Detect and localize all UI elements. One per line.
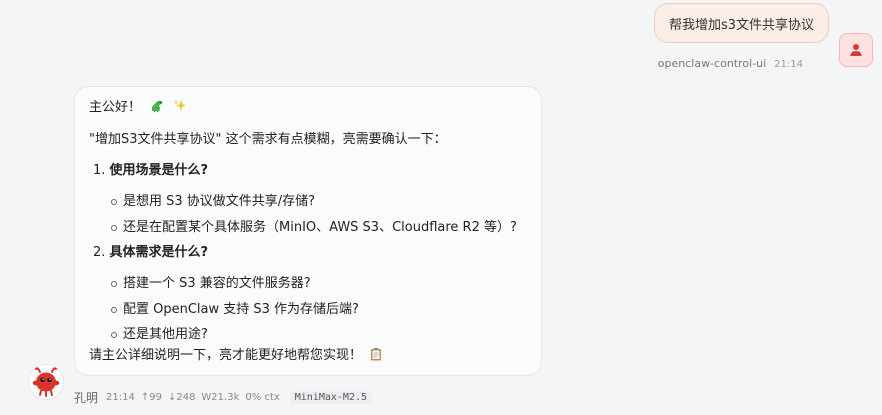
model-badge: MiniMax-M2.5 [289, 390, 373, 404]
user-icon [850, 44, 862, 56]
assistant-message-meta: 孔明 21:14 ↑99 ↓248 W21.3k 0% ctx MiniMax-… [74, 388, 373, 406]
question-2-number: 2. [93, 245, 106, 260]
tokens-in: ↑99 [140, 391, 162, 403]
assistant-message-bubble: 主公好！ "增加S3文件共享协议" 这个需求有点模糊，亮需要确认一下： 1. 使… [74, 86, 542, 376]
question-1-item-1: 是想用 S3 协议做文件共享/存储? [123, 194, 316, 209]
intro-text: "增加S3文件共享协议" 这个需求有点模糊，亮需要确认一下： [89, 132, 447, 147]
assistant-name: 孔明 [74, 390, 99, 405]
user-message-time: 21:14 [774, 59, 803, 70]
question-1-title: 使用场景是什么? [109, 163, 209, 178]
user-message-text: 帮我增加s3文件共享协议 [668, 17, 814, 33]
context-window: W21.3k [201, 391, 240, 403]
bullet-icon [111, 307, 117, 313]
tokens-out: ↓248 [167, 391, 196, 403]
user-message-bubble: 帮我增加s3文件共享协议 [653, 3, 829, 43]
user-sender-name: openclaw-control-ui [657, 57, 767, 70]
question-1-item-2: 还是在配置某个具体服务（MinIO、AWS S3、Cloudflare R2 等… [123, 220, 517, 235]
user-message-meta: openclaw-control-ui 21:14 [658, 57, 803, 70]
question-2-item-3: 还是其他用途? [123, 327, 208, 342]
closing-text: 请主公详细说明一下，亮才能更好地帮您实现！ [89, 348, 363, 363]
context-usage: 0% ctx [245, 391, 280, 403]
greeting-text: 主公好！ [89, 100, 142, 115]
bullet-icon [111, 332, 117, 338]
dragon-icon [151, 100, 163, 113]
closing-line: 请主公详细说明一下，亮才能更好地帮您实现！ [89, 347, 382, 365]
greeting-line: 主公好！ [89, 99, 187, 117]
question-2-item-2: 配置 OpenClaw 支持 S3 作为存储后端? [123, 302, 359, 317]
red-mascot-icon [28, 364, 64, 400]
assistant-message-time: 21:14 [106, 391, 135, 403]
bullet-icon [111, 281, 117, 287]
question-2-heading: 2. 具体需求是什么? [93, 244, 208, 262]
bullet-icon [111, 199, 117, 205]
question-1-heading: 1. 使用场景是什么? [93, 162, 208, 180]
user-avatar [839, 33, 873, 67]
clipboard-icon [371, 348, 382, 361]
question-1-number: 1. [93, 163, 106, 178]
question-2-item-1: 搭建一个 S3 兼容的文件服务器? [123, 276, 311, 291]
sparkles-icon [174, 100, 187, 111]
chat-view: 帮我增加s3文件共享协议 openclaw-control-ui 21:14 主公… [0, 0, 882, 415]
bullet-icon [111, 225, 117, 231]
question-2-title: 具体需求是什么? [109, 245, 209, 260]
